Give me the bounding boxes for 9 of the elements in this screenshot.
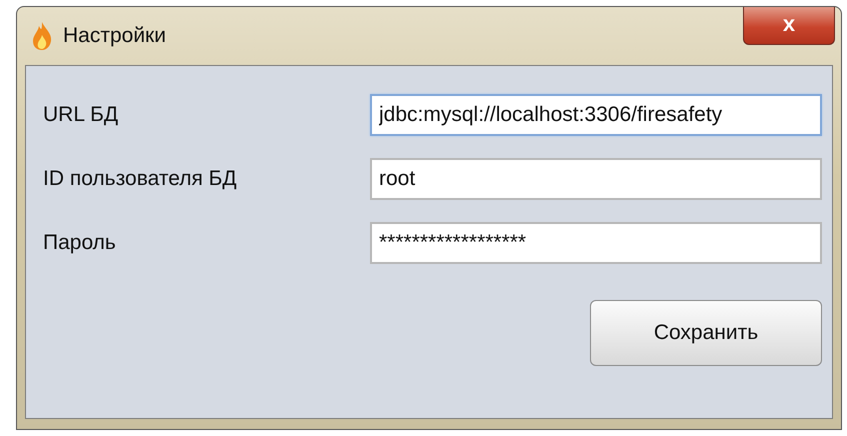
field-label: Пароль	[43, 231, 116, 255]
window-title: Настройки	[63, 24, 166, 48]
save-button[interactable]: Сохранить	[590, 300, 822, 366]
field-label: URL БД	[43, 103, 118, 127]
input-field[interactable]: root	[370, 158, 822, 200]
flame-icon	[31, 21, 53, 51]
field-label: ID пользователя БД	[43, 167, 237, 191]
input-field[interactable]: ******************	[370, 222, 822, 264]
close-button[interactable]: x	[743, 7, 835, 45]
